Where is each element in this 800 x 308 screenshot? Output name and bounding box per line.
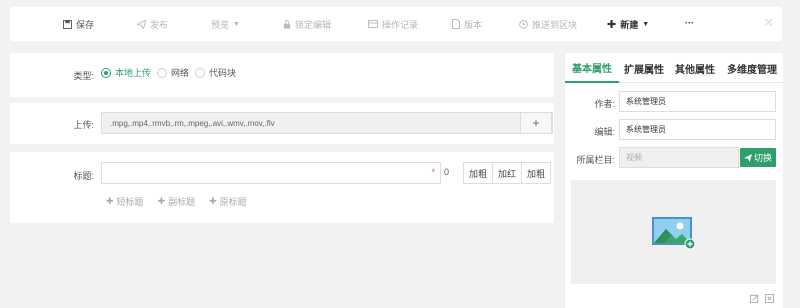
link-label: 短标题 [116,197,144,207]
preview-dropdown[interactable]: 预览 ▼ [211,7,240,41]
tab-other[interactable]: 其他属性 [669,53,721,83]
upload-field[interactable]: .mpg,.mp4,.rmvb,.rm,.mpeg,.avi,.wmv,.mov… [101,112,553,134]
switch-column-button[interactable]: 切换 [740,148,776,167]
plus-icon: ✚ [106,196,114,206]
send-icon [743,153,752,162]
bold-button-2[interactable]: 加粗 [521,162,551,184]
author-label: 作者: [594,99,615,109]
image-add-icon [652,217,696,250]
upload-label: 上传: [73,120,94,130]
title-input[interactable]: * [101,162,441,184]
link-label: 副标题 [168,197,196,207]
push-block-label: 推送到区块 [532,19,578,30]
title-label: 标题: [73,171,94,181]
history-button[interactable]: 操作记录 [368,7,418,41]
image-actions [750,294,774,303]
new-label: 新建 [620,19,639,30]
preview-label: 预览 [211,19,230,30]
red-button[interactable]: 加红 [492,162,522,184]
lock-edit-button[interactable]: 锁定编辑 [283,7,331,41]
plus-icon: ✚ [607,18,617,31]
toolbar: 保存 发布 预览 ▼ 锁定编辑 操作记录 版本 推送到区块 ✚ 新建 ▼ •••… [10,7,782,41]
title-format-group: 加粗 加红 加粗 [463,162,551,184]
switch-label: 切换 [753,153,772,163]
radio-network[interactable]: 网络 [157,66,189,79]
tab-extended[interactable]: 扩展属性 [619,53,669,83]
send-icon [137,19,146,29]
column-input[interactable]: 视频 [619,147,739,168]
column-label: 所属栏目: [576,155,615,165]
chevron-down-icon: ▼ [642,20,650,28]
lock-edit-label: 锁定编辑 [295,19,332,30]
cover-image-upload[interactable] [571,180,776,284]
version-label: 版本 [464,19,483,30]
delete-icon[interactable] [765,294,774,303]
save-label: 保存 [76,19,95,30]
history-icon [368,20,378,28]
add-original-title-link[interactable]: ✚ 原标题 [209,195,247,208]
type-radio-group: 本地上传 网络 代码块 [101,66,236,79]
history-label: 操作记录 [382,19,419,30]
radio-dot [101,67,111,78]
more-button[interactable]: ••• [685,7,694,41]
add-short-title-link[interactable]: ✚ 短标题 [106,195,144,208]
radio-label: 网络 [171,68,190,78]
upload-add-button[interactable]: + [520,112,552,134]
type-label: 类型: [73,71,94,81]
save-icon [63,19,72,29]
plus-icon: ✚ [157,196,166,206]
properties-tabs: 基本属性 扩展属性 其他属性 多维度管理 [565,53,783,83]
plus-icon: ✚ [209,196,217,206]
lock-icon [283,19,291,29]
document-icon [452,19,460,29]
version-button[interactable]: 版本 [452,7,482,41]
editor-input[interactable]: 系统管理员 [619,119,776,140]
upload-card: 上传: .mpg,.mp4,.rmvb,.rm,.mpeg,.avi,.wmv,… [10,103,554,144]
edit-icon[interactable] [750,294,759,303]
publish-label: 发布 [150,19,169,30]
radio-local-upload[interactable]: 本地上传 [101,66,151,79]
radio-dot [157,67,168,78]
author-input[interactable]: 系统管理员 [619,91,776,112]
radio-dot [195,67,206,78]
type-card: 类型: 本地上传 网络 代码块 [10,53,554,97]
push-block-button[interactable]: 推送到区块 [519,7,577,41]
tab-multidimension[interactable]: 多维度管理 [721,53,783,83]
title-card: 标题: * 0 加粗 加红 加粗 ✚ 短标题 ✚ 副标题 ✚ 原标题 [10,152,554,223]
more-icon: ••• [685,21,695,27]
clock-icon [519,19,528,29]
properties-panel: 基本属性 扩展属性 其他属性 多维度管理 作者: 系统管理员 编辑: 系统管理员… [565,53,783,308]
new-dropdown[interactable]: ✚ 新建 ▼ [607,7,649,41]
plus-icon: + [532,116,540,130]
subtitle-links: ✚ 短标题 ✚ 副标题 ✚ 原标题 [106,195,247,208]
publish-button[interactable]: 发布 [137,7,168,41]
upload-formats: .mpg,.mp4,.rmvb,.rm,.mpeg,.avi,.wmv,.mov… [110,118,275,128]
editor-value: 系统管理员 [626,125,666,134]
chevron-down-icon: ▼ [233,20,240,28]
editor-label: 编辑: [594,127,615,137]
title-char-count: 0 [444,167,450,177]
author-value: 系统管理员 [626,97,666,106]
tab-basic[interactable]: 基本属性 [565,53,619,83]
radio-label: 代码块 [209,68,237,78]
radio-label: 本地上传 [115,68,152,78]
close-icon[interactable]: ✕ [763,15,774,31]
column-placeholder: 视频 [626,153,642,162]
bold-button[interactable]: 加粗 [463,162,493,184]
required-mark: * [431,167,435,177]
add-subtitle-link[interactable]: ✚ 副标题 [158,195,196,208]
link-label: 原标题 [219,197,247,207]
radio-code-block[interactable]: 代码块 [195,66,236,79]
save-button[interactable]: 保存 [63,7,94,41]
